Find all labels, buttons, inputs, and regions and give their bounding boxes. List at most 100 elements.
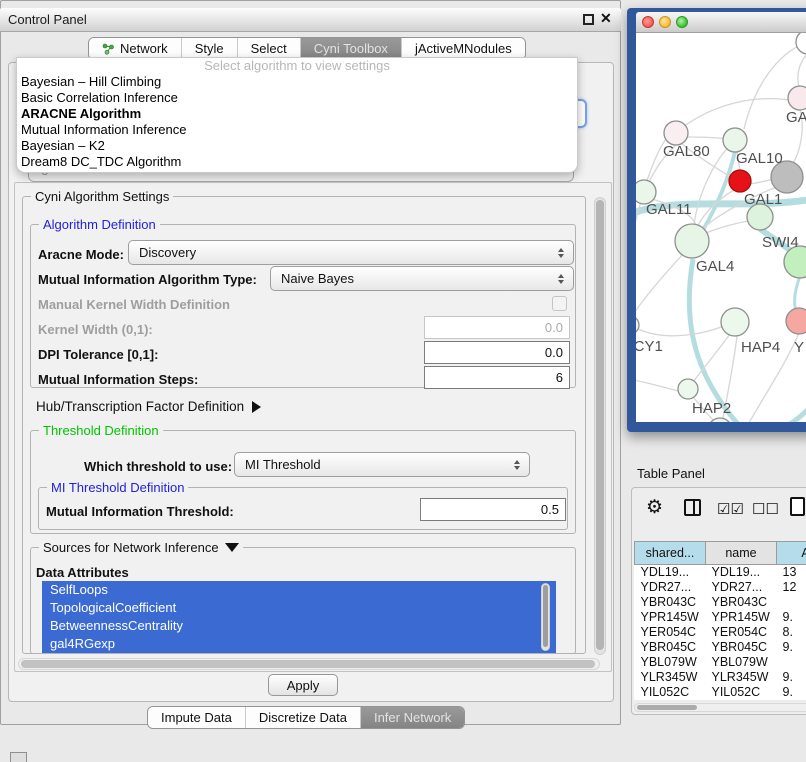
table-row[interactable]: YBL079WYBL079W (635, 655, 806, 670)
network-node[interactable] (796, 33, 806, 54)
popup-item-list: Bayesian – Hill ClimbingBasic Correlatio… (17, 74, 577, 170)
tab-network[interactable]: Network (89, 38, 181, 59)
network-node-y[interactable] (786, 308, 806, 334)
network-node-gal1[interactable] (729, 170, 751, 192)
network-canvas[interactable]: GALGAL80GAL10GAL1GAL11SWI4GAL4GCY1HAP4YH… (636, 33, 806, 422)
network-node-hap4[interactable] (721, 308, 749, 336)
algorithm-option[interactable]: Bayesian – K2 (17, 138, 577, 154)
table-horizontal-scrollbar[interactable] (634, 703, 806, 712)
minimize-traffic-light-icon[interactable] (659, 16, 671, 28)
attribute-item[interactable]: TopologicalCoefficient (42, 599, 556, 617)
unchecked-boxes-icon[interactable]: ☐☐ (752, 500, 779, 518)
hub-definition-label: Hub/Transcription Factor Definition (36, 399, 244, 414)
network-graph: GALGAL80GAL10GAL1GAL11SWI4GAL4GCY1HAP4YH… (636, 33, 806, 422)
combo-value: Naive Bayes (281, 271, 354, 286)
split-columns-icon[interactable] (684, 499, 701, 516)
algorithm-option[interactable]: Dream8 DC_TDC Algorithm (17, 154, 577, 170)
network-edge[interactable] (636, 326, 724, 336)
table-row[interactable]: YER054CYER054C8. (635, 625, 806, 640)
attributes-scrollbar[interactable] (541, 583, 550, 651)
settings-vertical-scrollbar[interactable] (594, 197, 606, 655)
tab-infer-network[interactable]: Infer Network (360, 707, 464, 728)
table-cell: 8. (777, 625, 806, 640)
settings-horizontal-scrollbar[interactable] (18, 658, 600, 670)
tab-impute-data[interactable]: Impute Data (148, 707, 245, 728)
kernel-width-field[interactable]: 0.0 (424, 316, 570, 339)
float-window-icon[interactable] (583, 14, 594, 25)
sources-title: Sources for Network Inference (43, 540, 219, 555)
network-node-gal80[interactable] (664, 121, 688, 145)
tab-style[interactable]: Style (181, 38, 237, 59)
scrollbar-thumb[interactable] (543, 585, 548, 647)
scrollbar-thumb[interactable] (637, 705, 697, 710)
tab-cyni-toolbox[interactable]: Cyni Toolbox (300, 38, 401, 59)
group-title: MI Threshold Definition (47, 480, 188, 495)
which-threshold-combo[interactable]: MI Threshold (234, 452, 530, 477)
group-title: Algorithm Definition (39, 217, 160, 232)
network-node-hap2[interactable] (678, 379, 698, 399)
mi-threshold-field[interactable]: 0.5 (420, 498, 566, 521)
gear-icon[interactable]: ⚙ (646, 496, 663, 519)
tab-select[interactable]: Select (237, 38, 300, 59)
apply-button[interactable]: Apply (268, 674, 338, 696)
spinner-arrows-icon (558, 274, 564, 284)
network-edge[interactable] (636, 379, 678, 391)
attribute-item[interactable]: gal4RGexp (42, 635, 556, 653)
sources-toggle[interactable]: Sources for Network Inference (39, 540, 243, 555)
network-node-gal10[interactable] (723, 128, 747, 152)
mi-type-combo[interactable]: Naive Bayes (270, 266, 574, 291)
tab-label: Cyni Toolbox (314, 38, 388, 59)
network-edge[interactable] (682, 99, 796, 128)
network-edge[interactable] (688, 137, 728, 139)
column-header-shared...[interactable]: shared... (635, 542, 706, 565)
table-cell: YBR045C (635, 640, 706, 655)
table-cell: 13 (777, 565, 806, 580)
scrollbar-thumb[interactable] (596, 200, 604, 650)
column-header-A[interactable]: A (777, 542, 806, 565)
algorithm-option[interactable]: Basic Correlation Inference (17, 90, 577, 106)
table-cell: YDR27... (706, 580, 777, 595)
dpi-tolerance-field[interactable]: 0.0 (424, 341, 570, 364)
network-node-gcy1[interactable] (636, 316, 639, 334)
table-row[interactable]: YBR043CYBR043C (635, 595, 806, 610)
mi-steps-field[interactable]: 6 (424, 366, 570, 389)
checked-boxes-icon[interactable]: ☑☑ (717, 500, 744, 518)
application-root: Control Panel ✕ NetworkStyleSelectCyni T… (0, 0, 806, 762)
table-cell: YIL052C (635, 685, 706, 700)
algorithm-option[interactable]: Mutual Information Inference (17, 122, 577, 138)
tab-discretize-data[interactable]: Discretize Data (245, 707, 360, 728)
network-edge[interactable] (706, 221, 752, 233)
table-row[interactable]: YPR145WYPR145W9. (635, 610, 806, 625)
new-table-icon[interactable] (790, 497, 805, 516)
table-row[interactable]: YLR345WYLR345W9. (635, 670, 806, 685)
zoom-traffic-light-icon[interactable] (676, 16, 688, 28)
network-edge[interactable] (798, 53, 806, 90)
network-edge[interactable] (636, 145, 676, 318)
column-header-name[interactable]: name (706, 542, 777, 565)
node-label: GAL (786, 109, 806, 126)
tab-label: Impute Data (161, 707, 232, 728)
network-edge[interactable] (750, 179, 774, 184)
attribute-item[interactable]: SelfLoops (42, 581, 556, 599)
table-row[interactable]: YBR045CYBR045C9. (635, 640, 806, 655)
network-node-gal4[interactable] (675, 224, 709, 258)
scrollbar-thumb[interactable] (21, 660, 595, 668)
algorithm-option[interactable]: Bayesian – Hill Climbing (17, 74, 577, 90)
close-icon[interactable]: ✕ (600, 10, 612, 27)
table-cell: YLR345W (706, 670, 777, 685)
attribute-item[interactable]: BetweennessCentrality (42, 617, 556, 635)
network-edge[interactable] (726, 381, 806, 422)
table-row[interactable]: YDL19...YDL19...13 (635, 565, 806, 580)
table-row[interactable]: YIL052CYIL052C9. (635, 685, 806, 700)
manual-kernel-checkbox[interactable] (552, 296, 567, 311)
network-edge[interactable] (636, 253, 684, 317)
table-row[interactable]: YDR27...YDR27...12 (635, 580, 806, 595)
tab-jactivemnodules[interactable]: jActiveMNodules (401, 38, 525, 59)
corner-chip[interactable] (10, 752, 27, 762)
close-traffic-light-icon[interactable] (642, 16, 654, 28)
network-node-gal[interactable] (788, 86, 806, 110)
algorithm-option[interactable]: ARACNE Algorithm (17, 106, 577, 122)
aracne-mode-combo[interactable]: Discovery (128, 240, 574, 265)
hub-definition-toggle[interactable]: Hub/Transcription Factor Definition (36, 399, 261, 414)
node-label: Y (794, 339, 804, 356)
